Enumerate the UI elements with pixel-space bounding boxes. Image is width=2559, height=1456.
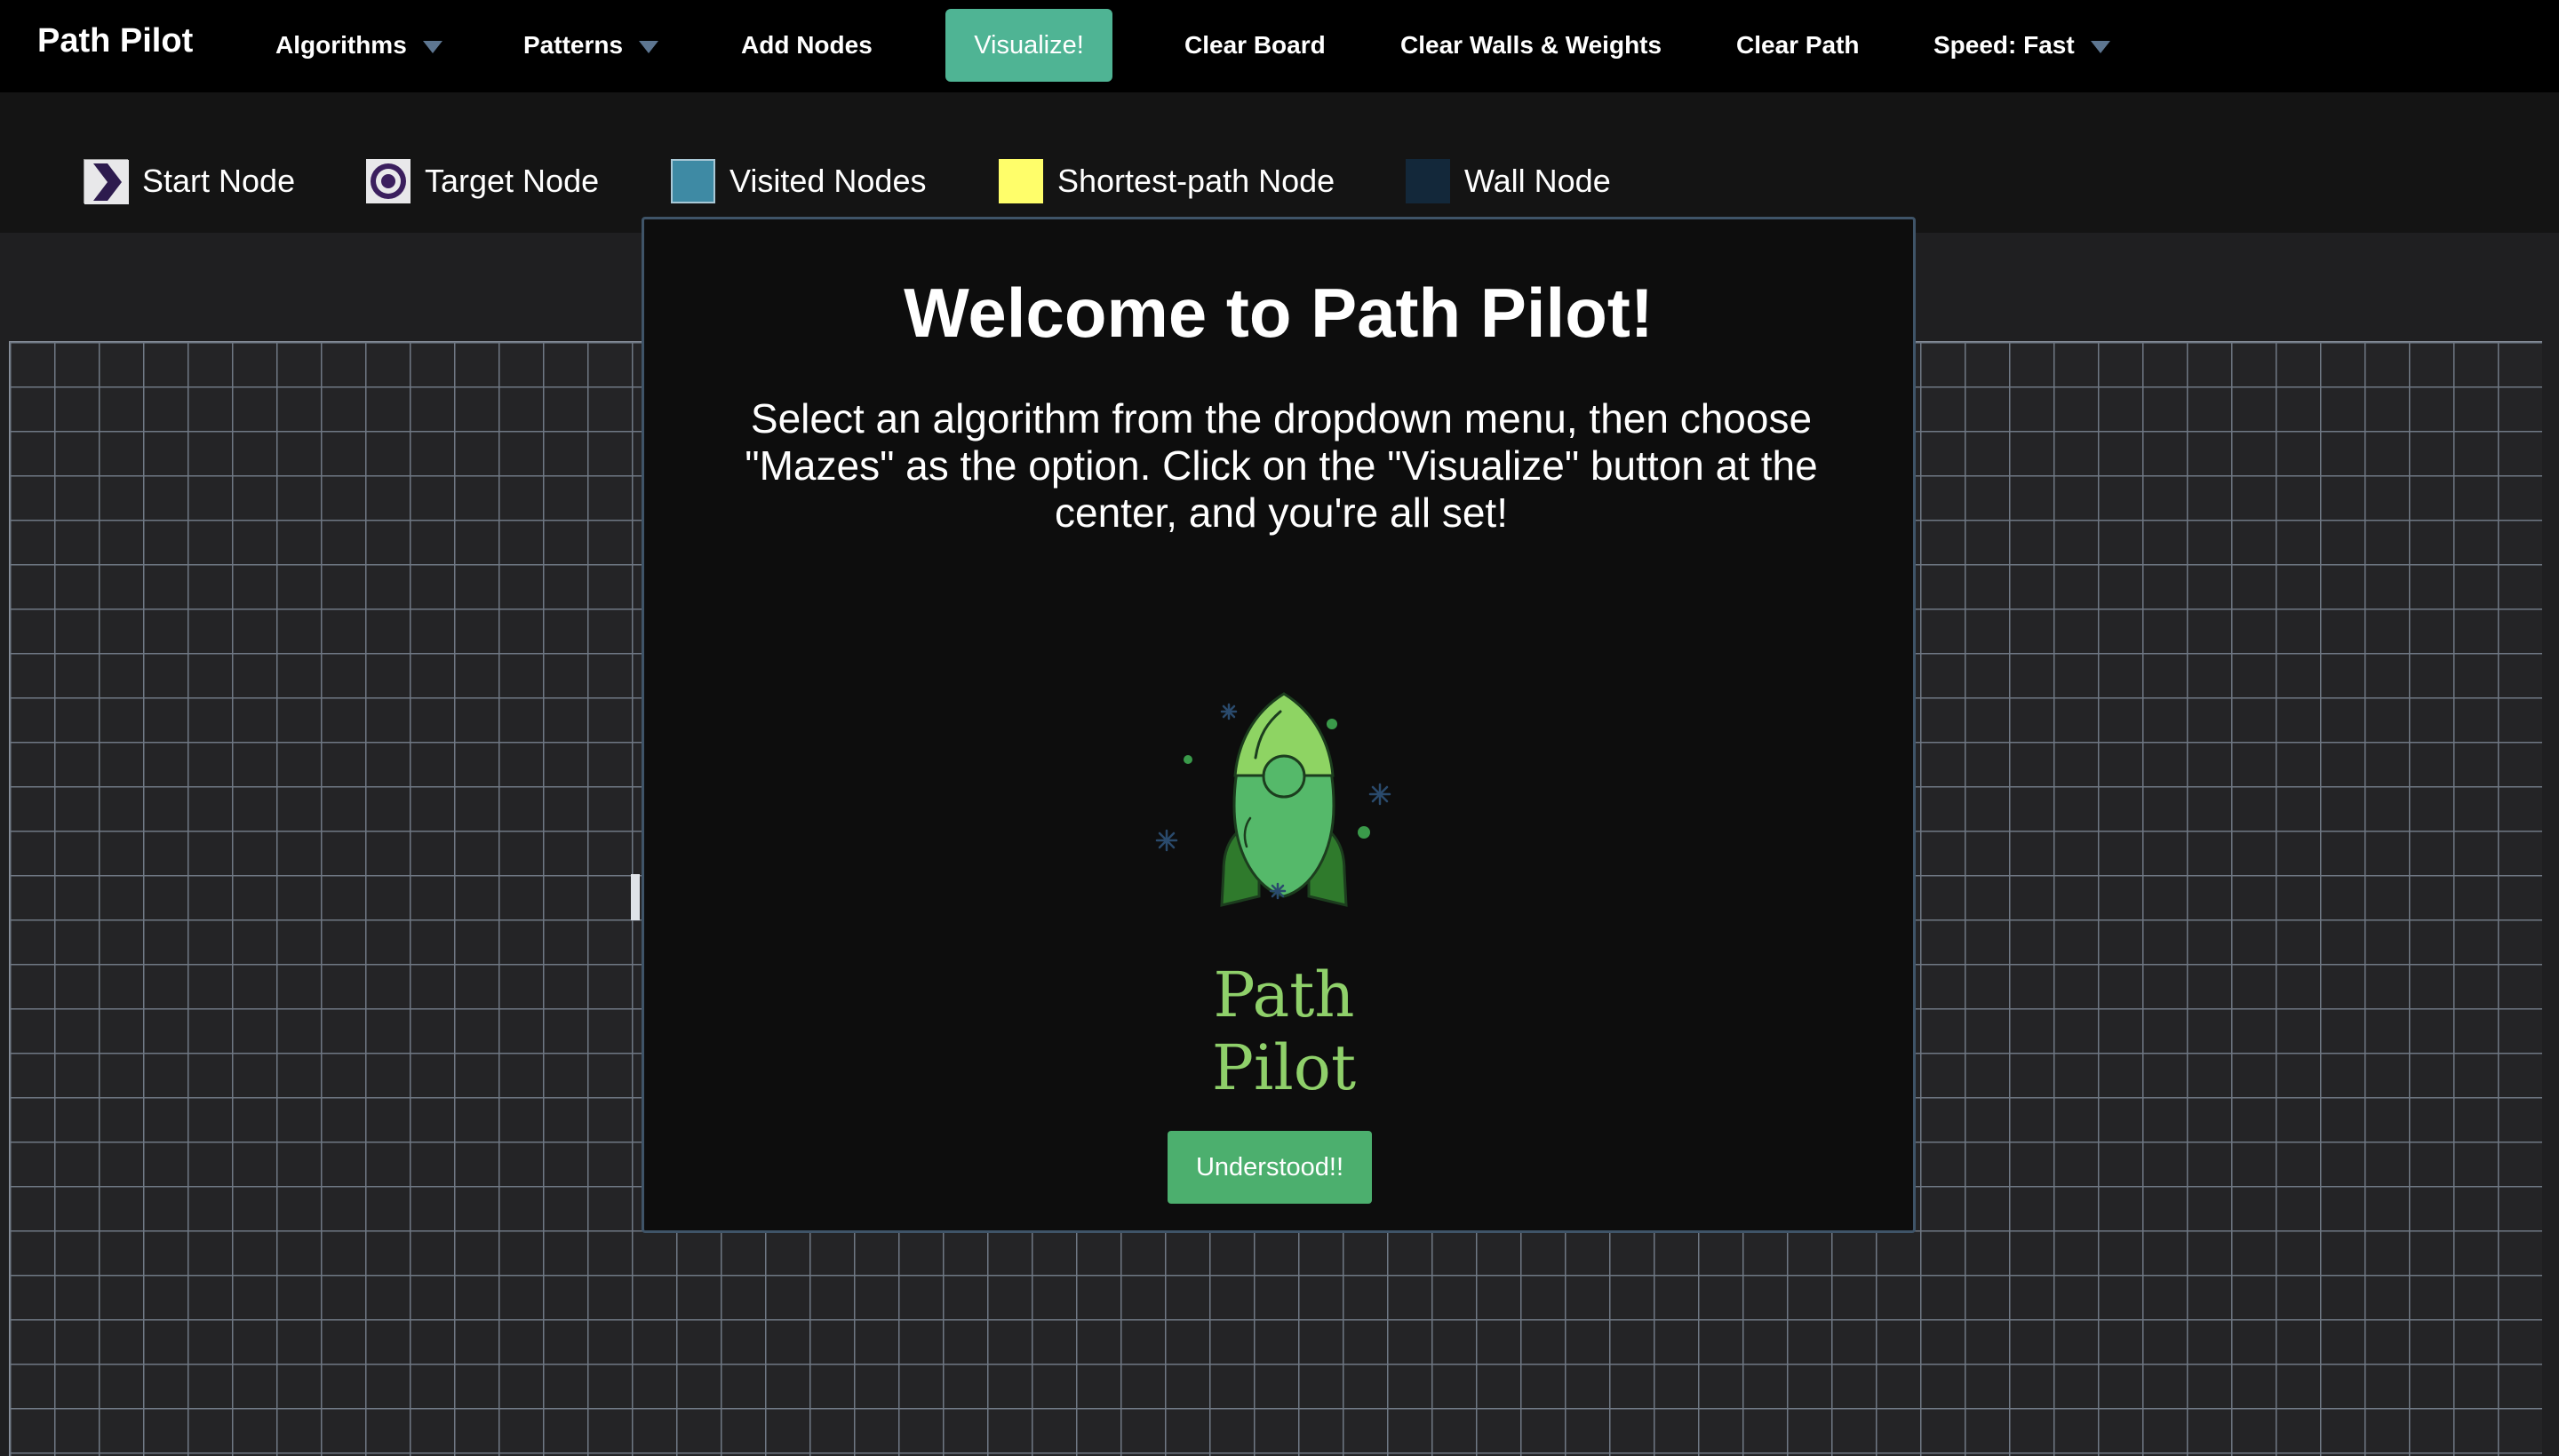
shortest-path-swatch [999,159,1043,203]
path-pilot-logo: Path Pilot [1142,672,1426,1152]
nav-clear-path-label: Clear Path [1736,31,1860,59]
caret-down-icon [2090,40,2110,53]
legend-visited-label: Visited Nodes [729,163,927,199]
nav-speed-dropdown[interactable]: Speed: Fast [1933,0,2110,92]
caret-down-icon [639,40,659,53]
wall-node-swatch [1406,159,1450,203]
nav-clear-path[interactable]: Clear Path [1736,0,1860,92]
legend-target-label: Target Node [425,163,600,199]
legend-start-label: Start Node [142,163,296,199]
welcome-modal: Welcome to Path Pilot! Select an algorit… [642,217,1916,1233]
modal-instructions: Select an algorithm from the dropdown me… [745,395,1818,536]
legend-wall-node: Wall Node [1406,156,1611,206]
nav-algorithms-dropdown[interactable]: Algorithms [275,0,442,92]
nav-patterns-label: Patterns [523,31,624,59]
grid-node-marker [631,874,640,920]
nav-add-nodes-label: Add Nodes [741,31,873,59]
nav-patterns-dropdown[interactable]: Patterns [523,0,659,92]
start-node-icon [84,159,129,204]
nav-clear-walls-label: Clear Walls & Weights [1400,31,1662,59]
legend-start-node: Start Node [84,156,295,206]
brand-title[interactable]: Path Pilot [37,0,193,82]
legend-wall-label: Wall Node [1464,163,1611,199]
visited-node-swatch [671,159,715,203]
visualize-button[interactable]: Visualize! [945,9,1112,82]
nav-clear-board[interactable]: Clear Board [1184,0,1326,92]
legend-bar: Start Node Target Node Visited Nodes Sho… [0,92,2559,233]
legend-shortest-path-node: Shortest-path Node [999,156,1335,206]
legend-target-node: Target Node [366,156,599,206]
legend-visited-nodes: Visited Nodes [671,156,926,206]
modal-title: Welcome to Path Pilot! [904,274,1654,352]
navbar: Path Pilot Algorithms Patterns Add Nodes… [0,0,2559,92]
caret-down-icon [422,40,442,53]
legend-shortest-path-label: Shortest-path Node [1057,163,1335,199]
target-icon [366,159,411,203]
nav-speed-label: Speed: Fast [1933,31,2075,59]
nav-clear-walls-weights[interactable]: Clear Walls & Weights [1400,0,1662,92]
logo-text: Path Pilot [1211,959,1357,1104]
nav-clear-board-label: Clear Board [1184,31,1326,59]
nav-add-nodes[interactable]: Add Nodes [741,0,873,92]
rocket-icon [1155,692,1391,907]
understood-button[interactable]: Understood!! [1168,1131,1372,1204]
nav-algorithms-label: Algorithms [275,31,407,59]
